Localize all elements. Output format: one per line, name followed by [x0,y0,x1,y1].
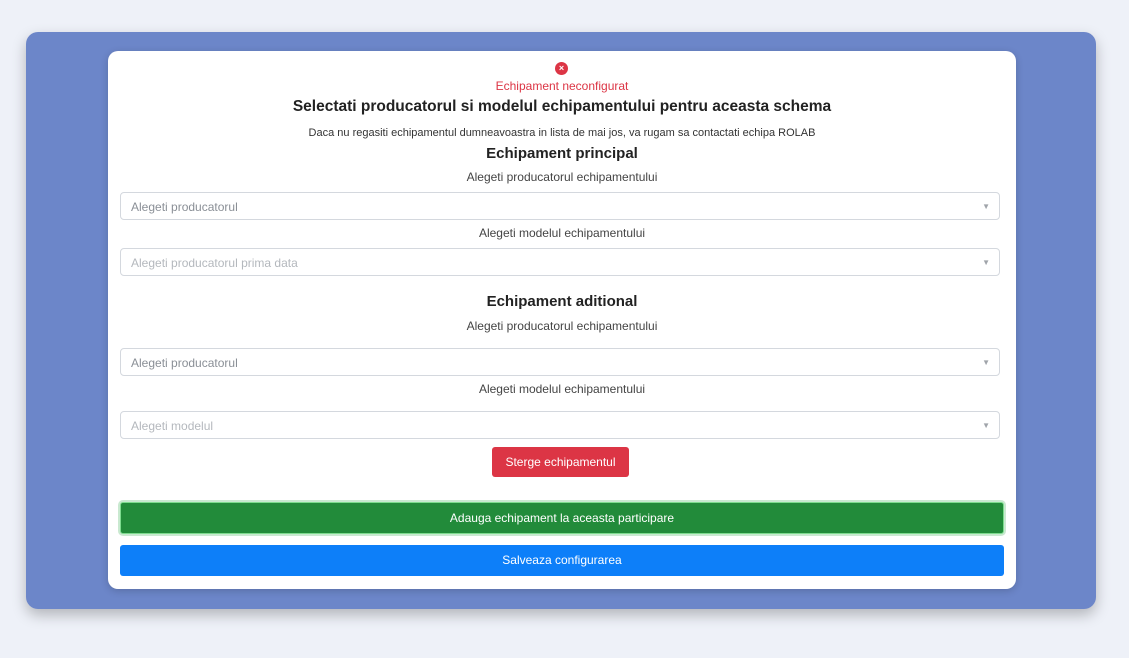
configuration-card: × Echipament neconfigurat Selectati prod… [108,51,1016,589]
aditional-model-placeholder: Alegeti modelul [131,419,214,433]
aditional-producer-select[interactable]: Alegeti producatorul ▼ [120,348,1000,376]
principal-producer-label: Alegeti producatorul echipamentului [466,170,658,184]
status-text: Echipament neconfigurat [495,79,629,93]
chevron-down-icon: ▼ [982,202,990,211]
principal-model-label: Alegeti modelul echipamentului [478,226,646,240]
aditional-model-select[interactable]: Alegeti modelul ▼ [120,411,1000,439]
page-title: Selectati producatorul si modelul echipa… [292,98,832,115]
save-configuration-button[interactable]: Salveaza configurarea [120,545,1004,576]
aditional-producer-label: Alegeti producatorul echipamentului [466,319,658,333]
chevron-down-icon: ▼ [982,358,990,367]
error-x-icon: × [555,62,568,75]
principal-model-placeholder: Alegeti producatorul prima data [131,256,298,270]
section-title-aditional: Echipament aditional [486,293,638,310]
contact-note: Daca nu regasiti echipamentul dumneavoas… [308,127,816,139]
aditional-model-label: Alegeti modelul echipamentului [478,382,646,396]
add-equipment-button[interactable]: Adauga echipament la aceasta participare [120,502,1004,534]
principal-producer-select[interactable]: Alegeti producatorul ▼ [120,192,1000,220]
chevron-down-icon: ▼ [982,421,990,430]
principal-producer-placeholder: Alegeti producatorul [131,200,238,214]
principal-model-select[interactable]: Alegeti producatorul prima data ▼ [120,248,1000,276]
delete-equipment-button[interactable]: Sterge echipamentul [492,447,629,477]
chevron-down-icon: ▼ [982,258,990,267]
aditional-producer-placeholder: Alegeti producatorul [131,356,238,370]
section-title-principal: Echipament principal [486,145,638,162]
